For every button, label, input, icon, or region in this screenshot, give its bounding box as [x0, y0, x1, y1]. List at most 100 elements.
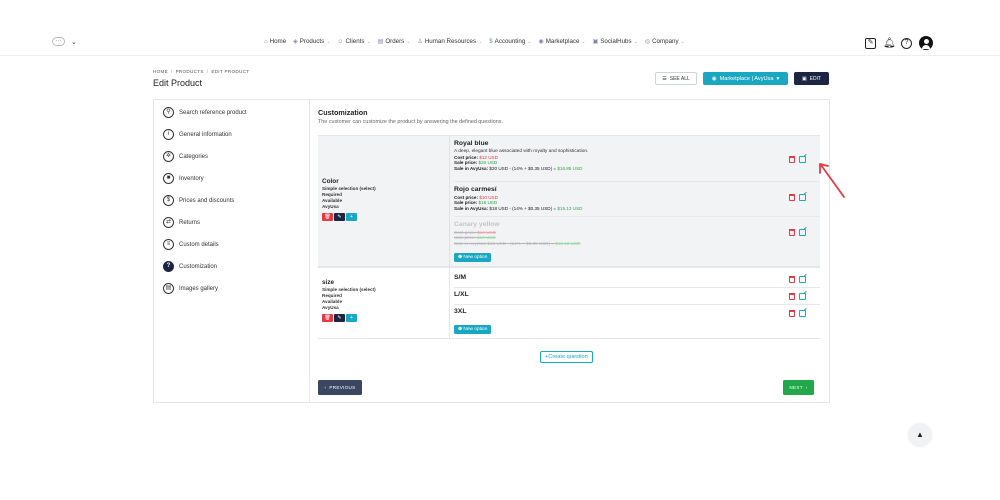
breadcrumb-products[interactable]: PRODUCTS [176, 69, 204, 74]
sidebar-item-customization[interactable]: ? Customization [163, 261, 217, 272]
gallery-icon: ▤ [163, 283, 174, 294]
add-option-button[interactable]: + [346, 213, 357, 221]
avatar[interactable] [919, 36, 933, 50]
chevron-down-icon: ⌄ [71, 38, 77, 46]
nav-clients[interactable]: ☺ Clients ⌄ [337, 38, 370, 45]
plus-icon: ⊕ [458, 255, 463, 260]
question-name: Color [322, 178, 339, 185]
steps-sidebar: ⚲ Search reference product i General infor… [154, 100, 310, 402]
nav-accounting[interactable]: $ Accounting ⌄ [489, 38, 531, 45]
sidebar-item-custom-details[interactable]: ≡ Custom details [163, 239, 219, 250]
page-title: Edit Product [153, 78, 203, 88]
edit-icon[interactable] [799, 194, 806, 201]
chevron-down-icon: ⌄ [527, 38, 532, 45]
sidebar-item-inventory[interactable]: ■ Inventory [163, 173, 204, 184]
option-sale-price: $20 USD [478, 160, 498, 166]
cube-icon: ◈ [293, 39, 298, 45]
breadcrumb: HOME / PRODUCTS / EDIT PRODUCT [153, 69, 250, 74]
question-store: AvyUsa [322, 204, 339, 209]
option-avy-result: $16.85 USD [557, 165, 583, 171]
sidebar-item-search-reference[interactable]: ⚲ Search reference product [163, 107, 247, 118]
option-name: Canary yellow [454, 221, 500, 228]
chevron-down-icon: ⌄ [406, 38, 411, 45]
edit-icon[interactable] [799, 156, 806, 163]
nav-human-resources[interactable]: ♙ Human Resources ⌄ [417, 38, 482, 45]
more-icon: ··· [52, 37, 65, 46]
question-actions: 🗑︎ ✎ + [322, 213, 376, 221]
dollar-icon: $ [489, 38, 493, 45]
arrow-up-icon: ▲ [916, 430, 924, 439]
market-icon: ◉ [538, 39, 544, 45]
edit-button[interactable]: ▣ EDIT [794, 72, 829, 85]
edit-question-button[interactable]: ✎ [334, 213, 345, 221]
users-icon: ☺ [337, 38, 344, 45]
trash-icon[interactable] [789, 310, 795, 317]
breadcrumb-edit-product: EDIT PRODUCT [211, 69, 250, 74]
create-question-button[interactable]: +Create question [540, 351, 593, 363]
workspace-switcher[interactable]: ··· ⌄ [52, 37, 77, 46]
option-s-m: S/M [454, 271, 820, 288]
option-name: S/M [454, 274, 467, 281]
nav-company[interactable]: ◎ Company ⌄ [645, 38, 685, 45]
list-icon: ☰ [662, 75, 667, 82]
trash-icon[interactable] [789, 194, 795, 201]
chevron-down-icon: ⌄ [633, 38, 638, 45]
section-title: Customization [318, 108, 368, 117]
option-sale-price: $18 USD [478, 200, 498, 206]
scroll-to-top-button[interactable]: ▲ [909, 424, 931, 446]
sidebar-item-categories[interactable]: ✲ Categories [163, 151, 208, 162]
add-option-button[interactable]: + [346, 314, 357, 322]
edit-product-card: ⚲ Search reference product i General infor… [153, 99, 830, 403]
edit-icon[interactable] [799, 276, 806, 283]
bell-icon[interactable]: 🔔︎ [883, 38, 896, 49]
sidebar-item-images-gallery[interactable]: ▤ Images gallery [163, 283, 218, 294]
nav-socialhubs[interactable]: ▣ SocialHubs ⌄ [593, 38, 638, 45]
search-icon: ⚲ [163, 107, 174, 118]
option-sale-price: $18 USD [477, 235, 496, 241]
chevron-down-icon: ⌄ [680, 38, 685, 45]
trash-icon[interactable] [789, 229, 795, 236]
chevron-down-icon: ⌄ [366, 38, 371, 45]
option-avy-result: $15.13 USD [555, 240, 581, 246]
new-option-button[interactable]: ⊕ New option [454, 253, 492, 262]
next-button[interactable]: NEXT › [783, 380, 814, 395]
breadcrumb-home[interactable]: HOME [153, 69, 168, 74]
previous-button[interactable]: ‹ PREVIOUS [318, 380, 362, 395]
gear-icon: ✲ [163, 151, 174, 162]
save-icon: ▣ [801, 75, 807, 82]
sidebar-item-prices-discounts[interactable]: $ Prices and discounts [163, 195, 234, 206]
edit-icon[interactable] [799, 310, 806, 317]
question-info: size Simple selection (select) Required … [318, 268, 450, 338]
main-nav: ⌂ Home ◈ Products ⌄ ☺ Clients ⌄ ▤ Orders ⌄ ♙ Hum… [264, 38, 685, 45]
question-store: AvyUsa [322, 305, 339, 310]
edit-icon[interactable] [799, 229, 806, 236]
nav-marketplace[interactable]: ◉ Marketplace ⌄ [538, 38, 585, 45]
nav-orders[interactable]: ▤ Orders ⌄ [378, 38, 411, 45]
new-option-button[interactable]: ⊕ New option [454, 325, 492, 334]
sidebar-item-general-information[interactable]: i General information [163, 129, 232, 140]
hr-icon: ♙ [417, 39, 423, 45]
company-icon: ◎ [644, 39, 651, 45]
edit-question-button[interactable]: ✎ [334, 314, 345, 322]
trash-icon[interactable] [789, 293, 795, 300]
help-icon[interactable]: ? [901, 37, 912, 49]
dollar-icon: $ [163, 195, 174, 206]
question-color: Color Simple selection (select) Required… [318, 135, 820, 267]
nav-products[interactable]: ◈ Products ⌄ [293, 38, 330, 45]
sidebar-item-returns[interactable]: ⇄ Returns [163, 217, 200, 228]
delete-question-button[interactable]: 🗑︎ [322, 314, 333, 322]
trash-icon[interactable] [789, 156, 795, 163]
see-all-button[interactable]: ☰ SEE ALL [655, 72, 697, 85]
orders-icon: ▤ [377, 39, 384, 45]
option-royal-blue: Royal blue A deep, elegant blue associat… [454, 140, 820, 182]
delete-question-button[interactable]: 🗑︎ [322, 213, 333, 221]
section-description: The customer can customize the product b… [318, 119, 503, 125]
annotation-arrow [819, 163, 845, 198]
edit-icon[interactable] [799, 293, 806, 300]
nav-home[interactable]: ⌂ Home [264, 38, 286, 45]
notes-icon[interactable]: ✎ [865, 37, 876, 49]
social-icon: ▣ [592, 39, 599, 45]
trash-icon[interactable] [789, 276, 795, 283]
marketplace-button[interactable]: ◉ Marketplace | AvyUsa ▾ [703, 72, 788, 85]
chevron-down-icon: ⌄ [478, 38, 483, 45]
